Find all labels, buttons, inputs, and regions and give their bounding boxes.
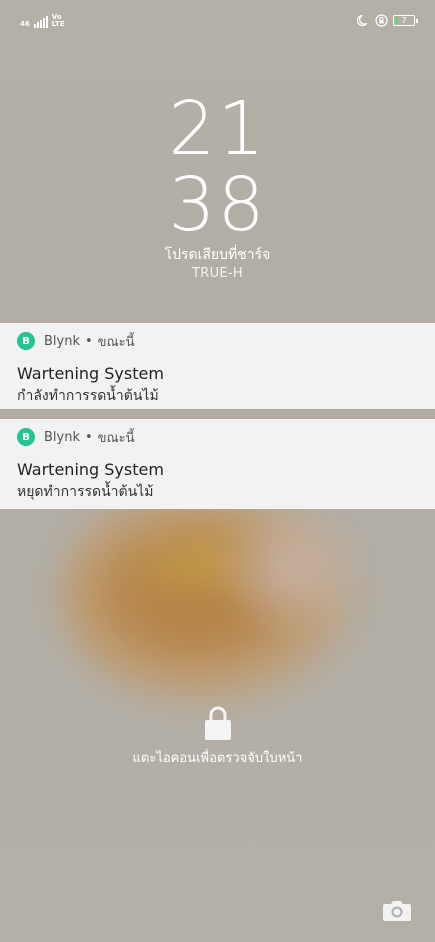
wallpaper-blur-pink [210, 500, 370, 640]
battery-fill [395, 17, 398, 24]
notification-time: ขณะนี้ [97, 334, 135, 350]
lock-icon[interactable] [204, 705, 232, 741]
notification-separator: • [85, 429, 93, 445]
carrier-name: TRUE-H [192, 266, 243, 281]
notification-header: B Blynk • ขณะนี้ [17, 331, 435, 351]
notification-app-name: Blynk [44, 429, 80, 445]
notification-card[interactable]: B Blynk • ขณะนี้ Wartening System หยุดทำ… [0, 419, 435, 509]
battery-level: 7 [401, 16, 407, 25]
volte-label: Vo LTE [52, 14, 65, 28]
signal-icon [33, 16, 48, 28]
clock-hour: 21 [168, 86, 267, 172]
notification-app-name: Blynk [44, 333, 80, 349]
network-type-label: 46 [20, 20, 30, 28]
charge-message: โปรดเสียบที่ชาร์จ [164, 247, 271, 263]
moon-icon [357, 14, 368, 27]
notification-title: Wartening System [17, 460, 164, 479]
rotation-lock-icon [375, 14, 388, 27]
battery-icon: 7 [393, 15, 418, 26]
notification-card[interactable]: B Blynk • ขณะนี้ Wartening System กำลังท… [0, 323, 435, 409]
blynk-app-icon: B [17, 428, 35, 446]
notification-body: กำลังทำการรดน้ำต้นไม้ [17, 388, 159, 404]
volte-bottom: LTE [51, 20, 65, 28]
status-left: 46 Vo LTE [20, 14, 65, 28]
blynk-app-icon: B [17, 332, 35, 350]
camera-icon[interactable] [382, 898, 412, 922]
lock-hint: แตะไอคอนเพื่อตรวจจับใบหน้า [132, 751, 303, 766]
status-bar: 46 Vo LTE 7 [0, 10, 435, 34]
notification-body: หยุดทำการรดน้ำต้นไม้ [17, 484, 154, 500]
notification-separator: • [85, 333, 93, 349]
clock-minute: 38 [168, 162, 267, 248]
notification-time: ขณะนี้ [97, 430, 135, 446]
status-right: 7 [357, 14, 418, 27]
notification-title: Wartening System [17, 364, 164, 383]
notification-header: B Blynk • ขณะนี้ [17, 427, 435, 447]
